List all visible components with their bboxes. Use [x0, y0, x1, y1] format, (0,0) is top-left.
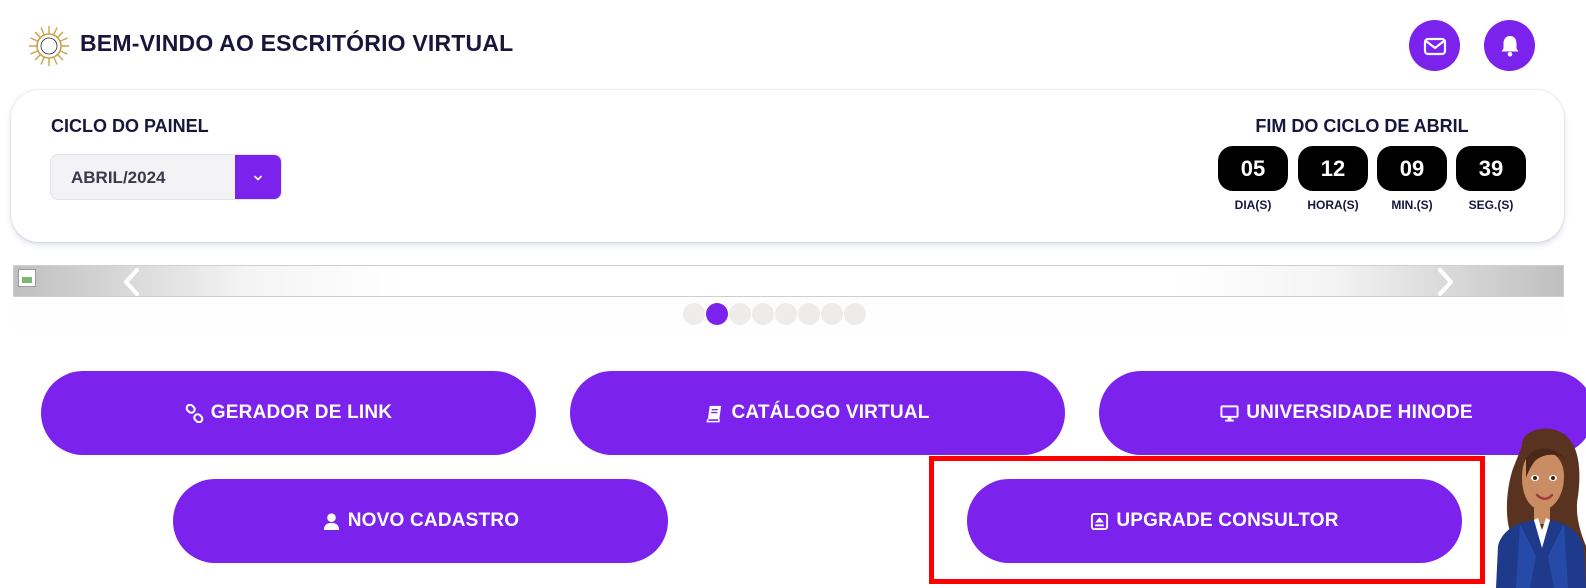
book-icon: [706, 405, 722, 422]
countdown-seconds-label: SEG.(S): [1468, 198, 1514, 212]
bell-icon: [1501, 35, 1518, 57]
countdown-minutes: 09 MIN.(S): [1376, 146, 1448, 212]
header: BEM-VINDO AO ESCRITÓRIO VIRTUAL: [0, 0, 1586, 88]
link-icon: [185, 403, 204, 423]
countdown-seconds: 39 SEG.(S): [1455, 146, 1527, 212]
virtual-assistant-avatar[interactable]: [1490, 426, 1586, 588]
chevron-down-icon: [254, 175, 262, 181]
countdown-hours-label: HORA(S): [1307, 198, 1359, 212]
broken-image-icon: [18, 269, 36, 287]
user-icon: [323, 512, 339, 530]
carousel-dot[interactable]: [844, 303, 866, 325]
notifications-button[interactable]: [1484, 20, 1535, 71]
countdown-hours: 12 HORA(S): [1297, 146, 1369, 212]
banner-carousel[interactable]: [13, 265, 1564, 297]
virtual-catalog-label: CATÁLOGO VIRTUAL: [731, 402, 930, 423]
countdown-minutes-value: 09: [1377, 146, 1447, 191]
carousel-dot[interactable]: [683, 303, 705, 325]
carousel-dot[interactable]: [821, 303, 843, 325]
chevron-left-icon: [124, 268, 139, 296]
cycle-panel: CICLO DO PAINEL ABRIL/2024 FIM DO CICLO …: [11, 90, 1564, 242]
messages-button[interactable]: [1409, 20, 1460, 71]
carousel-next-button[interactable]: [1425, 266, 1465, 298]
carousel-dots: [683, 303, 866, 325]
countdown-hours-value: 12: [1298, 146, 1368, 191]
virtual-catalog-button[interactable]: CATÁLOGO VIRTUAL: [570, 371, 1065, 455]
countdown-days: 05 DIA(S): [1217, 146, 1289, 212]
countdown-seconds-value: 39: [1456, 146, 1526, 191]
cycle-dropdown-button[interactable]: [235, 155, 281, 199]
chevron-right-icon: [1438, 268, 1453, 296]
highlight-box: [929, 456, 1485, 584]
countdown-days-label: DIA(S): [1234, 198, 1272, 212]
new-registration-button[interactable]: NOVO CADASTRO: [173, 479, 668, 563]
envelope-icon: [1423, 37, 1446, 55]
carousel-prev-button[interactable]: [112, 266, 152, 298]
page-title: BEM-VINDO AO ESCRITÓRIO VIRTUAL: [80, 30, 514, 56]
cycle-label: CICLO DO PAINEL: [51, 116, 209, 136]
cycle-select[interactable]: ABRIL/2024: [50, 154, 282, 200]
monitor-icon: [1220, 404, 1239, 422]
countdown-minutes-label: MIN.(S): [1391, 198, 1433, 212]
sun-logo-icon: [29, 26, 69, 66]
countdown-days-value: 05: [1218, 146, 1288, 191]
new-registration-label: NOVO CADASTRO: [347, 510, 520, 531]
carousel-dot[interactable]: [706, 303, 728, 325]
link-generator-label: GERADOR DE LINK: [210, 402, 393, 423]
carousel-dot[interactable]: [775, 303, 797, 325]
carousel-dot[interactable]: [729, 303, 751, 325]
carousel-dot[interactable]: [798, 303, 820, 325]
countdown-title: FIM DO CICLO DE ABRIL: [1255, 116, 1469, 136]
university-label: UNIVERSIDADE HINODE: [1246, 402, 1473, 423]
link-generator-button[interactable]: GERADOR DE LINK: [41, 371, 536, 455]
carousel-dot[interactable]: [752, 303, 774, 325]
cycle-select-value: ABRIL/2024: [71, 168, 166, 187]
